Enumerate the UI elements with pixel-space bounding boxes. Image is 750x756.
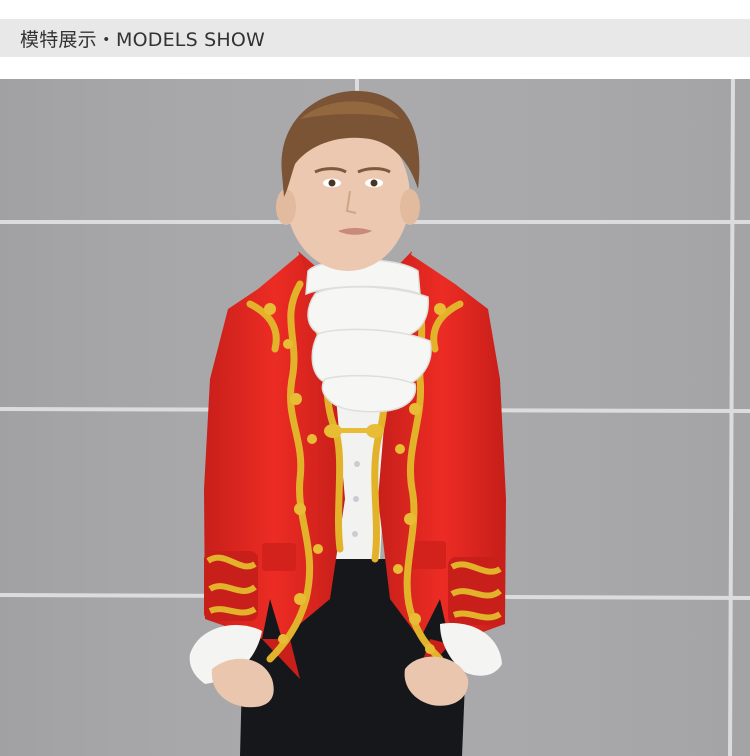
section-title: 模特展示・MODELS SHOW <box>20 28 265 51</box>
pocket-flap-left <box>262 543 296 571</box>
ear-right <box>400 189 420 225</box>
model-photo-illustration <box>0 79 750 756</box>
ear-left <box>276 189 296 225</box>
lace-jabot <box>305 259 432 413</box>
pocket-flap-right <box>410 541 446 569</box>
model-photo <box>0 79 750 756</box>
section-header: 模特展示・MODELS SHOW <box>0 19 750 57</box>
page: 模特展示・MODELS SHOW <box>0 0 750 756</box>
